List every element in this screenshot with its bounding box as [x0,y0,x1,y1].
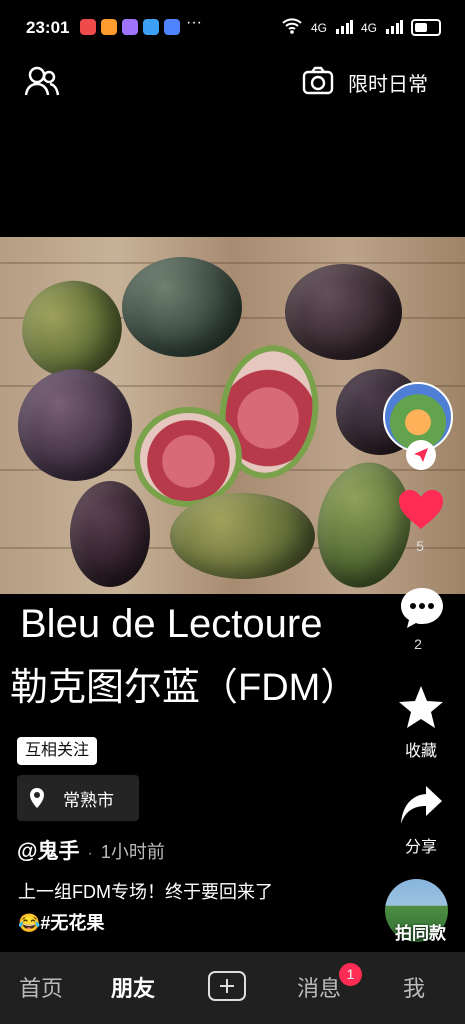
dark-fig [70,481,150,587]
post-time: 1小时前 [100,842,165,862]
friends-icon[interactable] [24,64,60,100]
wood-grain-line [0,262,465,264]
like-button[interactable] [397,489,445,531]
purple-fig [18,369,132,481]
caption-hashtag-line: 😂#无花果 [18,908,378,939]
share-button[interactable] [399,784,444,826]
heart-icon [399,490,443,529]
star-icon [399,686,443,728]
messages-badge: 1 [339,963,362,986]
comment-icon [401,588,443,628]
video-app-icon [80,19,96,35]
caption-text: 上一组FDM专场！终于要回来了 [18,882,273,902]
location-chip[interactable]: 常熟市 [17,775,139,821]
signal-icon [335,19,353,37]
book-app-icon [143,19,159,35]
battery-icon [411,19,441,36]
send-icon [414,448,428,462]
comment-count: 2 [414,636,422,652]
purple-fig [285,264,402,360]
chat-app-icon [122,19,138,35]
collect-label: 收藏 [404,743,437,760]
nav-messages[interactable]: 消息 [297,971,341,1003]
video-title-english: Bleu de Lectoure [20,602,323,646]
wifi-icon [281,18,303,37]
cellular-4g-label: 4G [310,20,327,35]
cellular-4g-label-secondary: 4G [360,20,377,35]
nav-me[interactable]: 我 [403,971,425,1003]
signal-icon-secondary [385,19,403,37]
comment-button[interactable] [399,586,445,630]
share-arrow-icon [401,786,442,824]
notes-app-icon [164,19,180,35]
laughing-emoji: 😂 [18,913,41,933]
video-title-chinese: 勒克图尔蓝（FDM） [10,667,359,709]
camera-icon[interactable] [302,65,334,97]
mutual-follow-tag: 互相关注 [17,737,98,765]
separator-dot: · [87,845,93,862]
hashtag-link[interactable]: #无花果 [40,913,104,933]
post-caption: 上一组FDM专场！终于要回来了 😂#无花果 [18,877,378,939]
notification-app-icons [80,19,180,35]
daily-moment-label[interactable]: 限时日常 [348,68,428,97]
same-style-label: 拍同款 [395,924,446,943]
bottom-navigation: 首页 朋友 消息 1 我 [0,952,465,1024]
system-status-icons: 4G 4G [281,18,441,37]
share-label: 分享 [404,839,437,856]
nav-friends[interactable]: 朋友 [111,971,155,1003]
author-name[interactable]: @鬼手 [17,835,79,865]
status-bar: 23:01 ··· 4G 4G [0,0,465,56]
top-navigation: 限时日常 [0,56,465,106]
create-post-button[interactable] [208,971,246,1001]
location-label: 常熟市 [63,790,114,810]
collect-button[interactable] [397,684,445,732]
green-fig [170,493,315,579]
music-app-icon [101,19,117,35]
location-pin-icon [30,788,44,808]
like-count: 5 [416,538,424,554]
more-notifications-indicator: ··· [186,14,202,31]
follow-badge[interactable] [406,440,436,470]
nav-home[interactable]: 首页 [19,971,63,1003]
status-time: 23:01 [26,18,70,37]
author-row: @鬼手 · 1小时前 [17,835,165,865]
dark-green-fig [122,257,242,357]
